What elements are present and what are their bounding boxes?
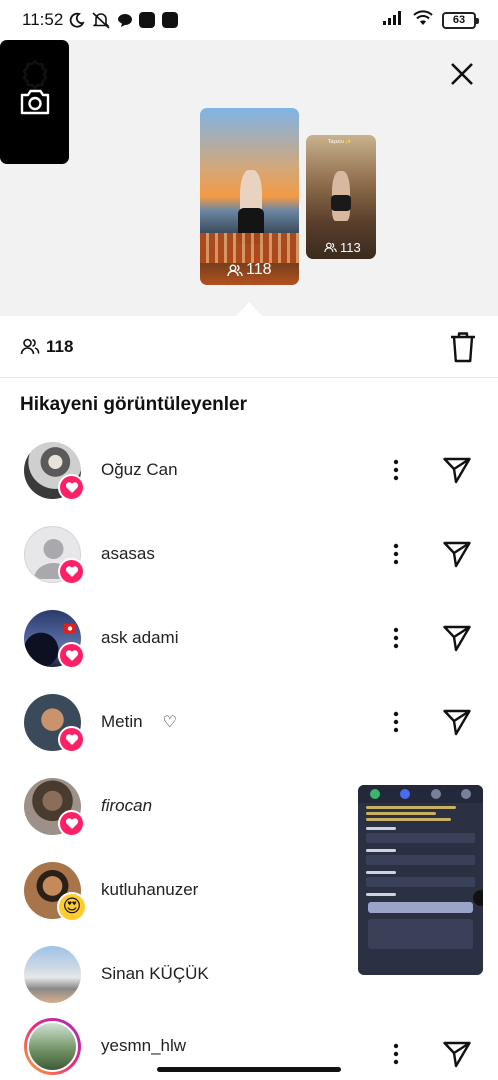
send-icon xyxy=(443,541,471,568)
more-vertical-icon xyxy=(393,543,399,565)
story-caption: Taşucu ✨ xyxy=(328,139,352,145)
preview-tab-icon xyxy=(460,789,471,799)
heart-reaction-icon xyxy=(58,725,85,753)
viewer-name[interactable]: yesmn_hlw xyxy=(101,1036,186,1056)
status-bar: 11:52 63 xyxy=(0,0,498,40)
preview-tab-icon xyxy=(430,789,441,799)
avatar-story-ring[interactable] xyxy=(24,1017,81,1075)
preview-tab-icon xyxy=(370,789,381,799)
viewer-count: 118 xyxy=(46,336,74,356)
viewer-name[interactable]: asasas xyxy=(101,544,155,564)
selection-pointer xyxy=(236,302,262,316)
close-button[interactable] xyxy=(446,58,478,90)
gear-icon xyxy=(22,59,48,90)
preview-tab-bar xyxy=(358,785,483,803)
avatar[interactable] xyxy=(24,441,85,501)
more-options-button[interactable] xyxy=(386,456,406,484)
send-icon xyxy=(443,1041,471,1068)
viewers-icon xyxy=(227,264,243,276)
close-icon xyxy=(451,63,473,85)
heart-reaction-icon xyxy=(58,809,85,837)
send-message-button[interactable] xyxy=(442,1039,472,1069)
story-view-count-2: 113 xyxy=(324,240,361,255)
delete-story-button[interactable] xyxy=(448,330,478,364)
camera-icon xyxy=(20,89,49,115)
avatar[interactable] xyxy=(24,693,85,753)
viewer-name[interactable]: Sinan KÜÇÜK xyxy=(101,964,209,984)
viewer-name[interactable]: Oğuz Can xyxy=(101,460,178,480)
viewer-summary-row: 118 xyxy=(0,316,498,378)
chat-bubble-icon xyxy=(117,12,133,28)
moon-icon xyxy=(69,12,85,28)
viewer-name[interactable]: ask adami xyxy=(101,628,178,648)
viewer-row[interactable]: ask adami xyxy=(0,596,498,680)
more-options-button[interactable] xyxy=(386,624,406,652)
viewer-row[interactable]: Oğuz Can xyxy=(0,428,498,512)
story-preview-area: 118 Taşucu ✨ 113 xyxy=(0,40,498,316)
avatar[interactable]: 😍 xyxy=(24,861,87,922)
story-thumbnail-active[interactable]: 118 xyxy=(200,108,299,285)
section-title: Hikayeni görüntüleyenler xyxy=(20,394,248,415)
preview-tab-icon xyxy=(400,789,411,799)
heart-eyes-reaction-icon: 😍 xyxy=(57,891,87,922)
viewer-name[interactable]: kutluhanuzer xyxy=(101,880,198,900)
avatar[interactable] xyxy=(24,609,85,669)
send-message-button[interactable] xyxy=(442,539,472,569)
name-heart-icon: ♡ xyxy=(162,714,177,731)
send-icon xyxy=(443,625,471,652)
viewer-name[interactable]: firocan xyxy=(101,796,152,816)
more-vertical-icon xyxy=(393,627,399,649)
send-message-button[interactable] xyxy=(442,623,472,653)
heart-reaction-icon xyxy=(58,641,85,669)
viewer-list: Oğuz Can asasas ask adami Metin ♡ firoca… xyxy=(0,428,498,1076)
signal-icon xyxy=(382,10,404,31)
more-vertical-icon xyxy=(393,711,399,733)
floating-app-preview[interactable] xyxy=(358,785,483,975)
viewer-row[interactable]: asasas xyxy=(0,512,498,596)
send-icon xyxy=(443,709,471,736)
wifi-icon xyxy=(412,9,434,31)
story-view-count: 118 xyxy=(227,261,272,279)
more-options-button[interactable] xyxy=(386,1040,406,1068)
more-vertical-icon xyxy=(393,459,399,481)
more-vertical-icon xyxy=(393,1043,399,1065)
avatar[interactable] xyxy=(24,945,81,1003)
settings-button[interactable] xyxy=(19,58,51,90)
avatar[interactable] xyxy=(24,777,85,837)
viewers-icon xyxy=(324,242,337,253)
heart-reaction-icon xyxy=(58,473,85,501)
story-thumbnail[interactable]: Taşucu ✨ 113 xyxy=(306,135,376,259)
home-indicator[interactable] xyxy=(157,1067,341,1072)
status-time: 11:52 xyxy=(22,10,64,29)
mute-bell-icon xyxy=(91,11,111,29)
story-view-count-value-2: 113 xyxy=(340,240,361,255)
more-options-button[interactable] xyxy=(386,540,406,568)
avatar[interactable] xyxy=(24,525,85,585)
battery-indicator: 63 xyxy=(442,11,479,29)
heart-reaction-icon xyxy=(58,557,85,585)
viewers-icon xyxy=(20,338,40,355)
app-notification-icon-2 xyxy=(162,12,179,28)
send-icon xyxy=(443,457,471,484)
viewer-name[interactable]: Metin xyxy=(101,712,143,732)
trash-icon xyxy=(451,331,475,362)
story-view-count-value: 118 xyxy=(246,261,272,278)
preview-drag-handle[interactable] xyxy=(473,890,483,906)
send-message-button[interactable] xyxy=(442,707,472,737)
viewer-row[interactable]: Metin ♡ xyxy=(0,680,498,764)
more-options-button[interactable] xyxy=(386,708,406,736)
send-message-button[interactable] xyxy=(442,455,472,485)
app-notification-icon xyxy=(139,12,156,28)
